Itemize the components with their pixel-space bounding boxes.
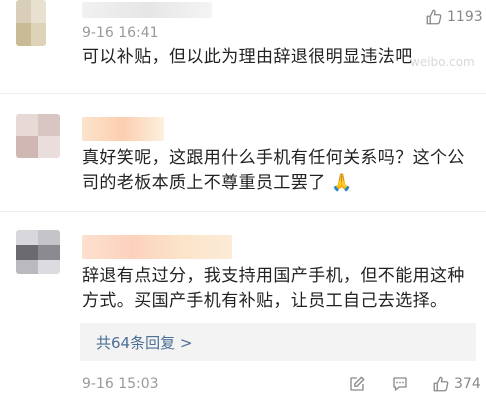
comment-text: 可以补贴，但以此为理由辞退很明显违法吧 — [82, 45, 413, 70]
avatar-pixel — [38, 230, 60, 245]
edit-button[interactable] — [348, 375, 366, 397]
avatar-pixel — [16, 260, 38, 274]
avatar-pixel — [16, 114, 38, 136]
avatar-pixel — [16, 245, 38, 260]
username-blurred[interactable] — [82, 117, 164, 141]
comment-line: 方式。买国产手机有补贴，让员工自己去选择。 — [82, 291, 448, 311]
avatar-pixel — [38, 136, 60, 158]
pray-emoji-icon: 🙏 — [331, 173, 353, 193]
divider — [0, 211, 486, 212]
like-count: 374 — [454, 376, 481, 392]
comment-time: 9-16 15:03 — [82, 376, 159, 392]
avatar-pixel — [38, 260, 60, 274]
divider — [0, 93, 486, 94]
avatar[interactable] — [16, 230, 60, 274]
avatar[interactable] — [16, 114, 60, 158]
edit-icon — [350, 376, 365, 391]
avatar-pixel — [16, 136, 38, 158]
replies-box[interactable]: 共64条回复 > — [80, 323, 476, 361]
like-button[interactable]: 374 — [432, 375, 481, 393]
username-blurred[interactable] — [82, 2, 212, 18]
avatar-pixel — [38, 114, 60, 136]
comment-line: 真好笑呢，这跟用什么手机有任何关系吗？这个公 — [82, 148, 465, 168]
comment-line: 司的老板本质上不尊重员工罢了 🙏 — [82, 173, 353, 193]
comment-text: 真好笑呢，这跟用什么手机有任何关系吗？这个公 司的老板本质上不尊重员工罢了 🙏 — [82, 146, 465, 196]
comment-line: 可以补贴，但以此为理由辞退很明显违法吧 — [82, 47, 413, 67]
like-button[interactable]: 1193 — [425, 8, 483, 26]
like-count: 1193 — [447, 9, 483, 25]
avatar[interactable] — [16, 0, 46, 46]
avatar-pixel — [16, 0, 31, 23]
comment-line: 辞退有点过分，我支持用国产手机，但不能用这种 — [82, 266, 465, 286]
view-replies-link[interactable]: 共64条回复 > — [96, 332, 192, 353]
comment-time: 9-16 16:41 — [82, 25, 159, 41]
comment-text: 辞退有点过分，我支持用国产手机，但不能用这种 方式。买国产手机有补贴，让员工自己… — [82, 264, 465, 314]
comment-button[interactable] — [391, 375, 409, 397]
avatar-pixel — [31, 0, 46, 23]
avatar-pixel — [16, 23, 31, 46]
avatar-pixel — [16, 230, 38, 245]
watermark: weibo.com — [410, 55, 475, 69]
thumbs-up-icon — [433, 376, 449, 392]
avatar-pixel — [31, 23, 46, 46]
avatar-pixel — [38, 245, 60, 260]
thumbs-up-icon — [426, 9, 442, 25]
username-blurred[interactable] — [82, 235, 232, 259]
comment-icon — [393, 377, 407, 391]
